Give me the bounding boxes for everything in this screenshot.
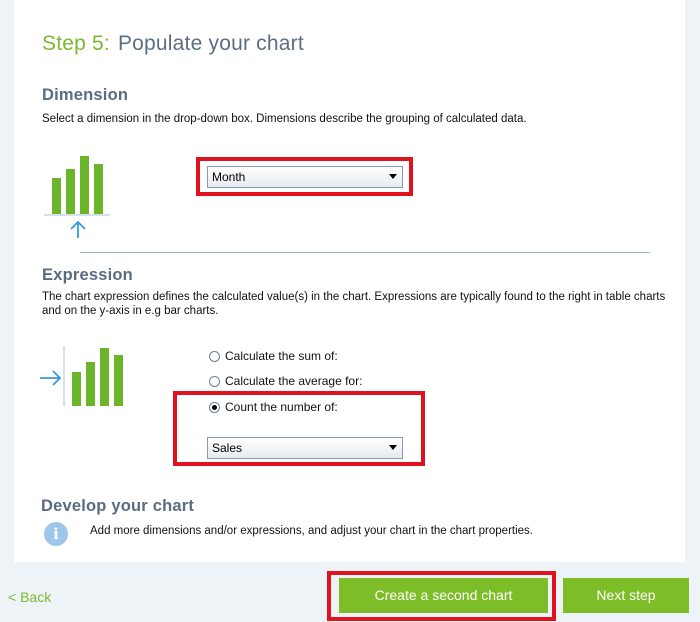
expression-field-value: Sales (212, 441, 243, 455)
chevron-down-icon (389, 445, 397, 450)
expression-description: The chart expression defines the calcula… (42, 291, 666, 317)
info-icon: i (44, 522, 68, 546)
develop-heading: Develop your chart (41, 497, 195, 515)
radio-average-label: Calculate the average for: (225, 374, 363, 388)
expression-heading: Expression (42, 266, 133, 284)
dimension-chart-bar-4 (94, 164, 103, 214)
chevron-down-icon (389, 174, 397, 179)
back-link[interactable]: < Back (8, 589, 51, 605)
expression-chart-icon (40, 346, 123, 406)
dimension-dropdown[interactable]: Month (207, 166, 403, 188)
up-arrow-icon (70, 220, 86, 238)
develop-text: Add more dimensions and/or expressions, … (90, 525, 533, 537)
expression-chart-bar-1 (72, 372, 81, 406)
radio-average[interactable]: Calculate the average for: (209, 374, 362, 388)
radio-count-label: Count the number of: (225, 400, 338, 414)
radio-count[interactable]: Count the number of: (209, 400, 338, 414)
expression-chart-bar-2 (86, 362, 95, 406)
dimension-chart-bar-2 (66, 169, 75, 214)
dimension-description: Select a dimension in the drop-down box.… (42, 113, 527, 125)
expression-chart-bar-4 (114, 355, 123, 406)
page-title: Step 5: Populate your chart (42, 32, 304, 56)
radio-average-button[interactable] (209, 375, 220, 387)
next-step-button[interactable]: Next step (563, 578, 689, 613)
step-title-text: Populate your chart (117, 32, 304, 55)
step-number: Step 5: (42, 32, 110, 55)
expression-field-dropdown[interactable]: Sales (207, 437, 403, 459)
radio-count-button[interactable] (209, 401, 220, 413)
section-divider (80, 252, 650, 253)
dimension-chart-icon (44, 156, 110, 238)
radio-sum[interactable]: Calculate the sum of: (209, 349, 338, 363)
dimension-chart-bar-3 (80, 156, 89, 214)
radio-sum-button[interactable] (209, 350, 220, 362)
dimension-dropdown-value: Month (212, 170, 246, 184)
create-second-chart-button[interactable]: Create a second chart (339, 578, 548, 613)
right-arrow-icon (40, 370, 62, 386)
dimension-heading: Dimension (42, 86, 129, 104)
radio-sum-label: Calculate the sum of: (225, 349, 338, 363)
expression-chart-bar-3 (100, 348, 109, 406)
dimension-chart-bar-1 (52, 178, 61, 214)
wizard-panel: Step 5: Populate your chart Dimension Sel… (14, 0, 685, 562)
